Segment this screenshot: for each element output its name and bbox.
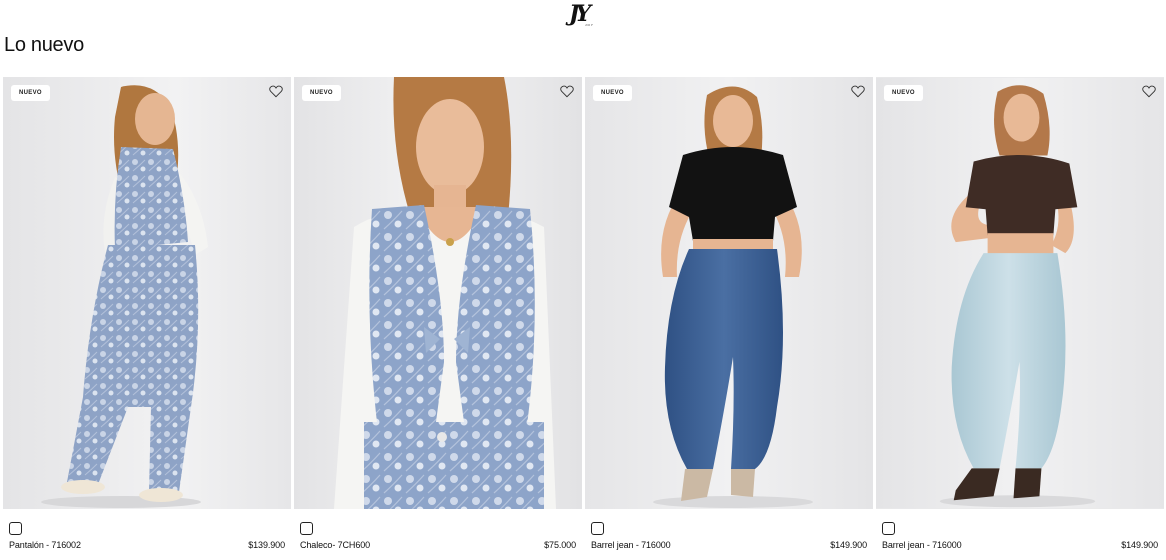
product-card-4[interactable]: NUEVO bbox=[876, 77, 1164, 509]
product-info-3: Barrel jean - 716000 $149.900 bbox=[585, 518, 873, 558]
product-card-3[interactable]: NUEVO bbox=[585, 77, 873, 509]
heart-icon[interactable] bbox=[851, 85, 865, 98]
new-badge: NUEVO bbox=[884, 85, 923, 101]
product-price: $139.900 bbox=[248, 540, 285, 550]
product-image[interactable] bbox=[876, 77, 1164, 509]
compare-checkbox[interactable] bbox=[591, 522, 604, 535]
heart-icon[interactable] bbox=[560, 85, 574, 98]
product-grid: NUEVO NUEVO NUEVO NUEVO bbox=[3, 77, 1165, 509]
new-badge: NUEVO bbox=[302, 85, 341, 101]
product-image[interactable] bbox=[3, 77, 291, 509]
product-name[interactable]: Barrel jean - 716000 bbox=[591, 540, 671, 550]
product-price: $149.900 bbox=[830, 540, 867, 550]
logo-subtext: JOY bbox=[585, 23, 594, 27]
compare-checkbox[interactable] bbox=[300, 522, 313, 535]
product-image[interactable] bbox=[294, 77, 582, 509]
section-title: Lo nuevo bbox=[4, 34, 84, 56]
product-image[interactable] bbox=[585, 77, 873, 509]
product-info-4: Barrel jean - 716000 $149.900 bbox=[876, 518, 1164, 558]
compare-checkbox[interactable] bbox=[882, 522, 895, 535]
new-badge: NUEVO bbox=[593, 85, 632, 101]
product-price: $149.900 bbox=[1121, 540, 1158, 550]
compare-checkbox[interactable] bbox=[9, 522, 22, 535]
product-card-1[interactable]: NUEVO bbox=[3, 77, 291, 509]
product-info-2: Chaleco- 7CH600 $75.000 bbox=[294, 518, 582, 558]
heart-icon[interactable] bbox=[269, 85, 283, 98]
brand-logo[interactable]: JY JOY bbox=[565, 1, 601, 31]
product-info-1: Pantalón - 716002 $139.900 bbox=[3, 518, 291, 558]
product-name[interactable]: Barrel jean - 716000 bbox=[882, 540, 962, 550]
site-header: JY JOY bbox=[0, 0, 1166, 32]
heart-icon[interactable] bbox=[1142, 85, 1156, 98]
product-name[interactable]: Chaleco- 7CH600 bbox=[300, 540, 370, 550]
product-price: $75.000 bbox=[544, 540, 576, 550]
new-badge: NUEVO bbox=[11, 85, 50, 101]
product-card-2[interactable]: NUEVO bbox=[294, 77, 582, 509]
product-name[interactable]: Pantalón - 716002 bbox=[9, 540, 81, 550]
